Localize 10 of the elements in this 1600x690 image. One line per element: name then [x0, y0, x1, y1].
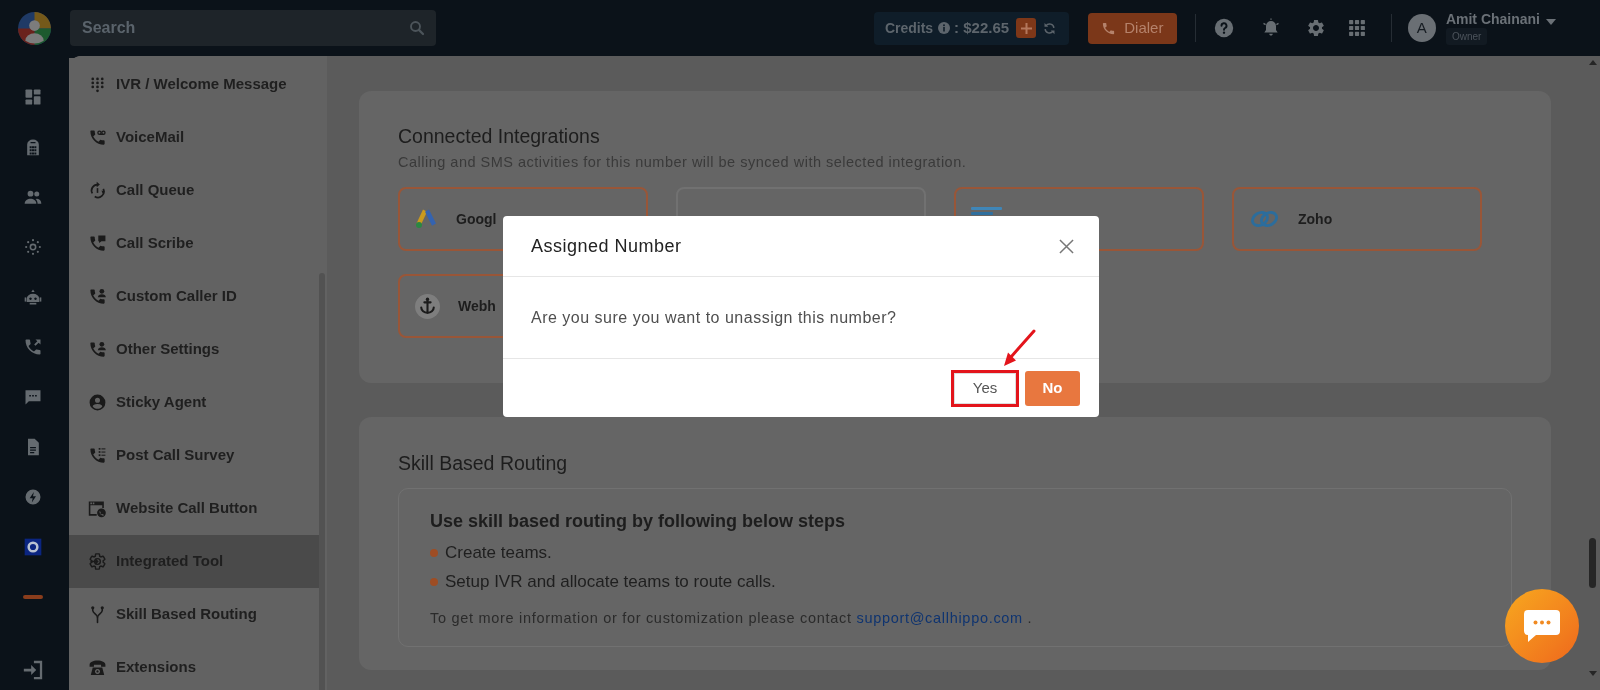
step-text: Create teams.	[445, 542, 552, 564]
step-text: Setup IVR and allocate teams to route calls.	[445, 571, 776, 593]
card-title: Skill Based Routing	[398, 452, 569, 474]
info-heading: Use skill based routing by following below steps	[430, 510, 847, 532]
dialog-message: Are you sure you want to unassign this number?	[531, 307, 897, 328]
credits-label: Credits	[884, 18, 934, 38]
credits-amount: : $22.65	[954, 17, 1010, 38]
contact-note: To get more information or for customization please contact support@callhippo.com .	[430, 609, 1034, 627]
card-title: Connected Integrations	[398, 125, 601, 147]
dialog-title: Assigned Number	[531, 234, 682, 258]
